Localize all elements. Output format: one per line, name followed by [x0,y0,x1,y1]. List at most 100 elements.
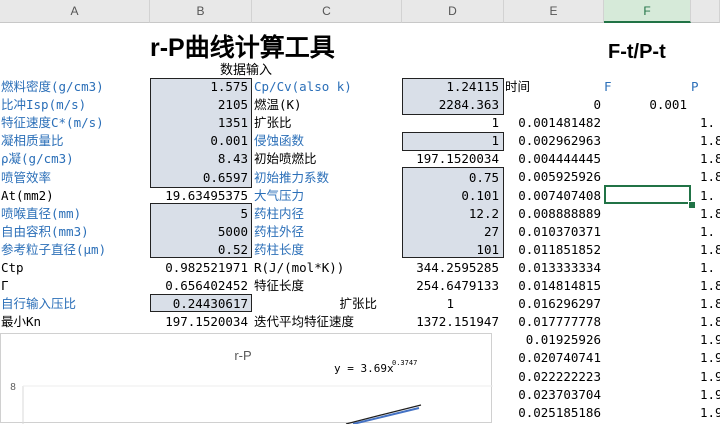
param-value[interactable]: 5 [150,205,248,223]
force-value[interactable] [604,223,687,241]
time-value[interactable]: 0.001481482 [504,114,601,132]
pressure-value[interactable]: 1.8 [700,295,720,313]
column-header-g[interactable] [691,0,720,23]
pressure-value[interactable]: 1.9 [700,404,720,422]
time-value[interactable]: 0 [504,96,601,114]
fill-handle[interactable] [688,201,696,209]
param-label[interactable]: Ctp [1,259,24,277]
pressure-value[interactable]: 1. [700,259,715,277]
param-label[interactable]: 参考粒子直径(μm) [1,241,106,259]
param-value-2[interactable]: 1.24115 [402,78,499,96]
force-value[interactable] [604,313,687,331]
pressure-value[interactable]: 1.9 [700,386,720,404]
param-label-2[interactable]: 大气压力 [254,187,304,205]
force-value[interactable] [604,277,687,295]
param-label-2[interactable]: 扩张比 [254,114,292,132]
param-value-2[interactable]: 0.75 [402,169,499,187]
param-label-2[interactable]: 药柱外径 [254,223,304,241]
param-label[interactable]: 喷管效率 [1,169,51,187]
time-value[interactable]: 0.002962963 [504,132,601,150]
param-value[interactable]: 0.001 [150,132,248,150]
column-header-d[interactable]: D [402,0,504,23]
data-series-line[interactable] [352,407,420,425]
param-label-2[interactable]: 特征长度 [254,277,304,295]
param-label[interactable]: 最小Kn [1,313,41,331]
pressure-value[interactable]: 1. [700,114,715,132]
pressure-value[interactable]: 1. [700,223,715,241]
param-value-2[interactable]: 101 [402,241,499,259]
param-value[interactable]: 8.43 [150,150,248,168]
param-value[interactable]: 0.6597 [150,169,248,187]
force-value[interactable] [604,295,687,313]
time-value[interactable]: 0.01925926 [504,331,601,349]
param-label[interactable]: 特征速度C*(m/s) [1,114,104,132]
force-value[interactable] [604,386,687,404]
pressure-value[interactable]: 1.8 [700,150,720,168]
param-value-2[interactable]: 1372.151947 [402,313,499,331]
param-label[interactable]: Γ [1,277,9,295]
param-label-2[interactable]: 药柱内径 [254,205,304,223]
time-value[interactable]: 0.013333334 [504,259,601,277]
param-label-2[interactable]: 扩张比 [252,295,377,313]
param-value-2[interactable]: 1 [402,114,499,132]
param-value-2[interactable]: 1 [402,132,499,150]
param-label-2[interactable]: 燃温(K) [254,96,302,114]
param-value[interactable]: 5000 [150,223,248,241]
param-value[interactable]: 19.63495375 [150,187,248,205]
param-label[interactable]: 燃料密度(g/cm3) [1,78,104,96]
force-value[interactable] [604,114,687,132]
param-label[interactable]: 喷喉直径(mm) [1,205,81,223]
param-label-2[interactable]: 药柱长度 [254,241,304,259]
pressure-value[interactable]: 1.9 [700,331,720,349]
force-value[interactable] [604,150,687,168]
pressure-value[interactable]: 1.8 [700,313,720,331]
pressure-value[interactable]: 1.9 [700,368,720,386]
time-value[interactable]: 0.022222223 [504,368,601,386]
time-value[interactable]: 0.008888889 [504,205,601,223]
param-label-2[interactable]: Cp/Cv(also k) [254,78,352,96]
pressure-value[interactable]: 1.9 [700,349,720,367]
param-value-2[interactable]: 344.2595285 [402,259,499,277]
force-value[interactable] [604,205,687,223]
force-value[interactable] [604,168,687,186]
time-value[interactable]: 0.007407408 [504,187,601,205]
force-value[interactable] [604,132,687,150]
force-value[interactable] [604,331,687,349]
column-header-a[interactable]: A [0,0,150,23]
pressure-value[interactable]: 1.8 [700,241,720,259]
force-value[interactable] [604,368,687,386]
param-label-2[interactable]: 迭代平均特征速度 [254,313,354,331]
param-label[interactable]: 凝相质量比 [1,132,64,150]
time-value[interactable]: 0.017777778 [504,313,601,331]
param-value-2[interactable]: 0.101 [402,187,499,205]
active-cell-f[interactable] [604,185,691,204]
column-header-c[interactable]: C [252,0,402,23]
time-value[interactable]: 0.023703704 [504,386,601,404]
param-label[interactable]: 自由容积(mm3) [1,223,89,241]
time-value[interactable]: 0.005925926 [504,168,601,186]
time-value[interactable]: 0.014814815 [504,277,601,295]
time-value[interactable]: 0.025185186 [504,404,601,422]
force-value[interactable] [604,241,687,259]
column-header-f[interactable]: F [604,0,691,23]
param-value[interactable]: 197.1520034 [150,313,248,331]
force-value[interactable] [604,259,687,277]
param-value-2[interactable]: 254.6479133 [402,277,499,295]
column-header-e[interactable]: E [504,0,604,23]
pressure-value[interactable]: 1.8 [700,168,720,186]
param-value[interactable]: 0.52 [150,241,248,259]
time-value[interactable]: 0.016296297 [504,295,601,313]
param-label[interactable]: At(mm2) [1,187,54,205]
param-label[interactable]: 比冲Isp(m/s) [1,96,86,114]
rp-chart[interactable]: r-P y = 3.69x 0.3747 8 [0,333,493,425]
force-value[interactable] [604,349,687,367]
param-value[interactable]: 1351 [150,114,248,132]
param-label-2[interactable]: R(J/(mol*K)) [254,259,344,277]
param-value-2[interactable]: 2284.363 [402,96,499,114]
param-label[interactable]: 自行输入压比 [1,295,76,313]
force-value[interactable] [604,404,687,422]
param-value[interactable]: 0.656402452 [150,277,248,295]
param-value-2[interactable]: 1 [402,295,454,313]
time-value[interactable]: 0.011851852 [504,241,601,259]
pressure-value[interactable]: 1.8 [700,277,720,295]
